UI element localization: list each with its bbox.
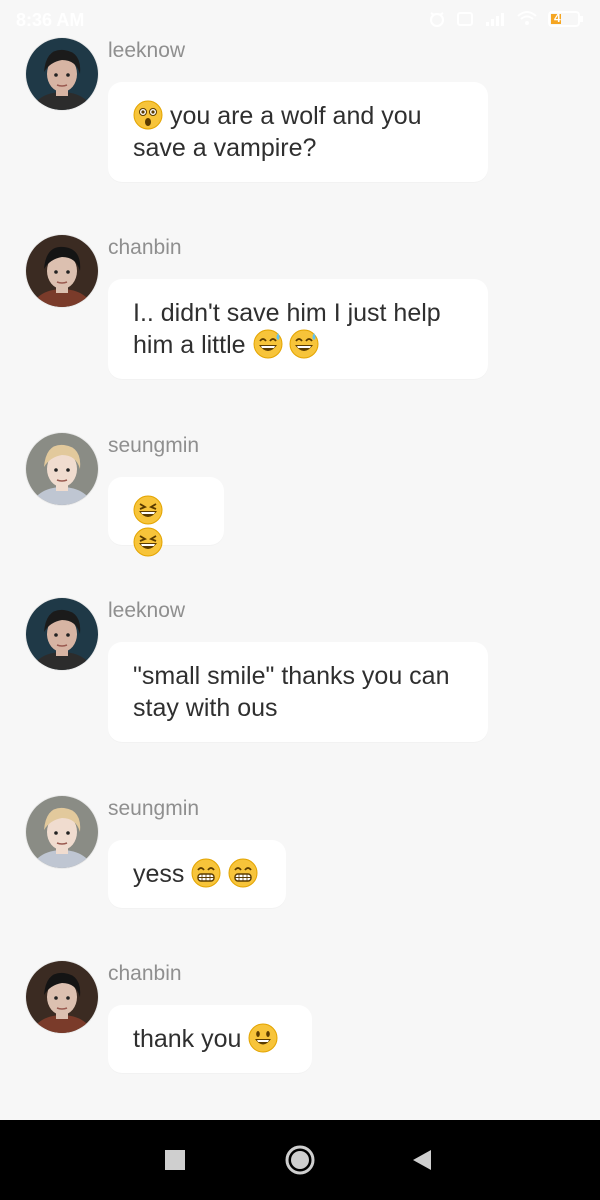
navigation-bar [0,1120,600,1200]
smiley-face-emoji-icon [248,1023,278,1053]
chanbin-avatar-image [26,235,98,307]
message-bubble[interactable]: yess [108,840,286,908]
astonished-face-emoji-icon [133,100,163,130]
home-button[interactable] [280,1140,320,1180]
chanbin-avatar[interactable] [26,235,98,307]
sender-name: chanbin [108,236,182,259]
grinning-sweat-face-emoji-icon [253,329,283,359]
leeknow-avatar[interactable] [26,598,98,670]
battery-icon: 4 [548,10,584,28]
message-bubble[interactable]: I.. didn't save him I just help him a li… [108,279,488,379]
status-time: 8:36 AM [16,10,85,30]
sender-name: seungmin [108,434,200,457]
seungmin-avatar-image [26,433,98,505]
chanbin-avatar[interactable] [26,961,98,1033]
leeknow-avatar-image [26,38,98,110]
grinning-sweat-face-emoji-icon [289,329,319,359]
status-bar: 8:36 AM 4 [0,0,600,38]
message-text: yess [133,860,185,888]
chanbin-avatar-image [26,961,98,1033]
back-icon [413,1150,431,1170]
message-text: "small smile" thanks you can stay with o… [133,662,450,722]
seungmin-avatar[interactable] [26,796,98,868]
message-bubble[interactable]: "small smile" thanks you can stay with o… [108,642,488,742]
seungmin-avatar-image [26,796,98,868]
beaming-face-emoji-icon [228,858,258,888]
recents-button[interactable] [155,1140,195,1180]
message-bubble[interactable]: you are a wolf and you save a vampire? [108,82,488,182]
signal-icon [484,10,506,28]
message-text: you are a wolf and you save a vampire? [133,102,422,162]
seungmin-avatar[interactable] [26,433,98,505]
sender-name: leeknow [108,39,186,62]
message-text: thank you [133,1025,242,1053]
beaming-face-emoji-icon [191,858,221,888]
message-bubble[interactable] [108,477,224,557]
sender-name: leeknow [108,599,186,622]
recents-icon [165,1150,185,1170]
message-bubble[interactable]: thank you [108,1005,312,1073]
leeknow-avatar-image [26,598,98,670]
home-icon [285,1145,315,1175]
battery-level: 4 [554,11,561,25]
screenshot-icon [456,10,474,28]
grinning-squinting-face-emoji-icon [133,527,163,557]
sender-name: seungmin [108,797,200,820]
sender-name: chanbin [108,962,182,985]
status-icons: 4 [428,8,584,30]
back-button[interactable] [402,1140,442,1180]
message-text: I.. didn't save him I just help him a li… [133,299,441,359]
grinning-squinting-face-emoji-icon [133,495,163,525]
wifi-icon [516,10,538,28]
leeknow-avatar[interactable] [26,38,98,110]
alarm-icon [428,10,446,28]
